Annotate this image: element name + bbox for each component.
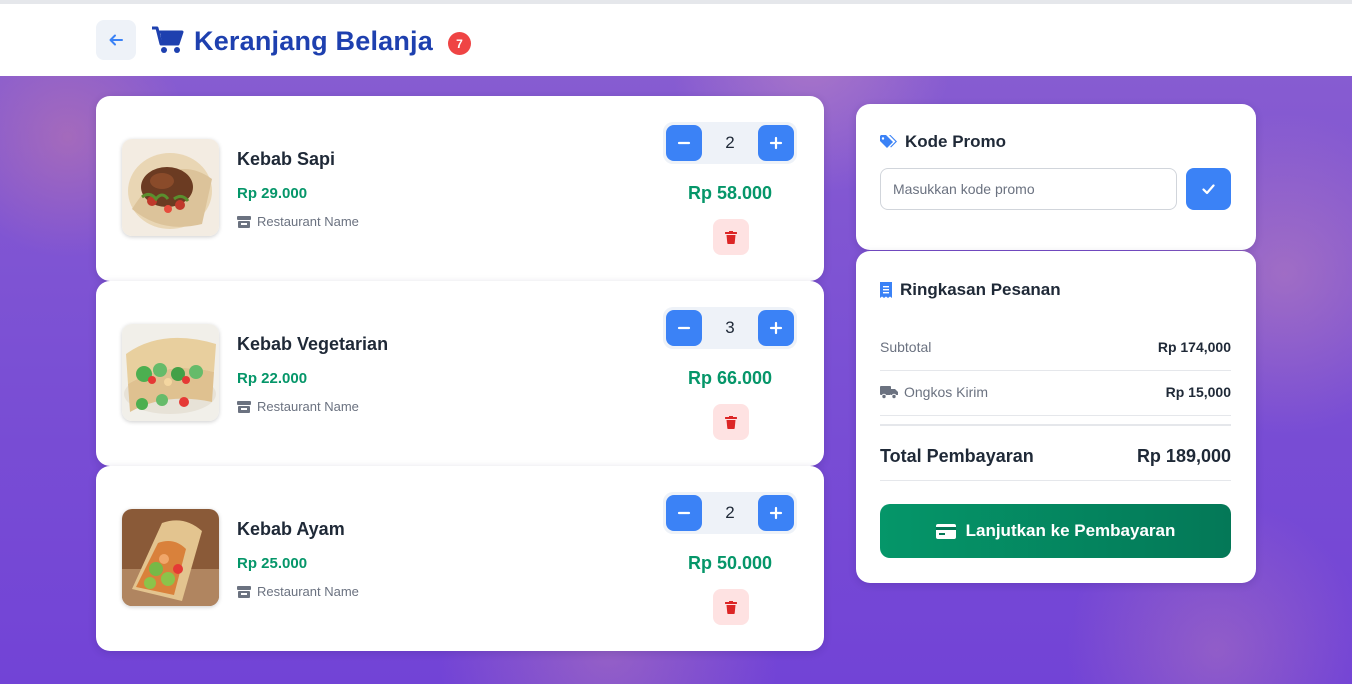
item-line-total: Rp 58.000: [687, 183, 773, 203]
item-restaurant: Restaurant Name: [237, 584, 359, 599]
promo-code-input[interactable]: [880, 168, 1177, 210]
shopping-cart-icon: [152, 26, 184, 53]
item-image: [122, 139, 219, 236]
quantity-value: 3: [725, 318, 735, 337]
store-icon: [237, 215, 251, 228]
restaurant-name: Restaurant Name: [257, 214, 359, 229]
cart-item: Kebab Ayam Rp 25.000 Restaurant Name 2 R…: [96, 466, 824, 651]
item-image: [122, 509, 219, 606]
subtotal-label: Subtotal: [880, 339, 932, 355]
subtotal-value: Rp 174,000: [1157, 339, 1231, 355]
back-button[interactable]: [96, 20, 136, 60]
arrow-left-icon: [109, 34, 123, 46]
quantity-stepper: 2: [663, 122, 797, 164]
trash-icon: [725, 230, 737, 244]
store-icon: [237, 400, 251, 413]
restaurant-name: Restaurant Name: [257, 399, 359, 414]
item-name: Kebab Vegetarian: [237, 334, 389, 354]
restaurant-name: Restaurant Name: [257, 584, 359, 599]
divider: [880, 415, 1231, 416]
summary-title: Ringkasan Pesanan: [880, 280, 1061, 300]
item-unit-price: Rp 22.000: [237, 370, 308, 387]
plus-icon: [769, 321, 783, 335]
cart-count-badge: 7: [448, 32, 471, 55]
delete-item-button[interactable]: [713, 589, 749, 625]
summary-title-text: Ringkasan Pesanan: [900, 280, 1061, 299]
quantity-stepper: 2: [663, 492, 797, 534]
increase-quantity-button[interactable]: [758, 125, 794, 161]
checkout-button[interactable]: Lanjutkan ke Pembayaran: [880, 504, 1231, 558]
apply-promo-button[interactable]: [1186, 168, 1231, 210]
promo-title-text: Kode Promo: [905, 132, 1007, 151]
cart-item: Kebab Vegetarian Rp 22.000 Restaurant Na…: [96, 281, 824, 466]
decrease-quantity-button[interactable]: [666, 125, 702, 161]
divider: [880, 370, 1231, 371]
delete-item-button[interactable]: [713, 219, 749, 255]
trash-icon: [725, 600, 737, 614]
delete-item-button[interactable]: [713, 404, 749, 440]
total-value: Rp 189,000: [1136, 446, 1231, 466]
quantity-stepper: 3: [663, 307, 797, 349]
increase-quantity-button[interactable]: [758, 310, 794, 346]
shipping-label: Ongkos Kirim: [904, 384, 989, 400]
quantity-value: 2: [725, 503, 735, 522]
credit-card-icon: [935, 523, 956, 539]
plus-icon: [769, 136, 783, 150]
divider: [880, 480, 1231, 481]
item-name: Kebab Ayam: [237, 519, 345, 539]
order-summary-card: Ringkasan Pesanan Subtotal Rp 174,000 On…: [856, 251, 1256, 583]
item-restaurant: Restaurant Name: [237, 399, 359, 414]
cart-item: Kebab Sapi Rp 29.000 Restaurant Name 2 R…: [96, 96, 824, 281]
quantity-value: 2: [725, 133, 735, 152]
divider: [880, 424, 1231, 426]
minus-icon: [677, 326, 691, 330]
item-image: [122, 324, 219, 421]
minus-icon: [677, 141, 691, 145]
store-icon: [237, 585, 251, 598]
shipping-label-wrap: Ongkos Kirim: [880, 384, 988, 400]
tags-icon: [880, 135, 897, 148]
item-line-total: Rp 50.000: [687, 553, 773, 573]
receipt-icon: [880, 282, 892, 298]
decrease-quantity-button[interactable]: [666, 310, 702, 346]
total-row: Total Pembayaran Rp 189,000: [880, 446, 1231, 467]
item-name: Kebab Sapi: [237, 149, 336, 169]
shipping-row: Ongkos Kirim Rp 15,000: [880, 384, 1231, 400]
item-unit-price: Rp 29.000: [237, 185, 308, 202]
checkout-button-label: Lanjutkan ke Pembayaran: [965, 521, 1176, 540]
item-unit-price: Rp 25.000: [237, 555, 308, 572]
subtotal-row: Subtotal Rp 174,000: [880, 339, 1231, 355]
item-line-total: Rp 66.000: [687, 368, 773, 388]
shipping-value: Rp 15,000: [1165, 384, 1231, 400]
page-title: Keranjang Belanja: [194, 26, 433, 56]
minus-icon: [677, 511, 691, 515]
item-restaurant: Restaurant Name: [237, 214, 359, 229]
check-icon: [1202, 183, 1215, 194]
total-label: Total Pembayaran: [880, 446, 1034, 466]
truck-icon: [880, 385, 898, 399]
increase-quantity-button[interactable]: [758, 495, 794, 531]
page-header: Keranjang Belanja 7: [0, 4, 1352, 76]
decrease-quantity-button[interactable]: [666, 495, 702, 531]
plus-icon: [769, 506, 783, 520]
promo-card: Kode Promo: [856, 104, 1256, 250]
trash-icon: [725, 415, 737, 429]
promo-title: Kode Promo: [880, 132, 1006, 152]
